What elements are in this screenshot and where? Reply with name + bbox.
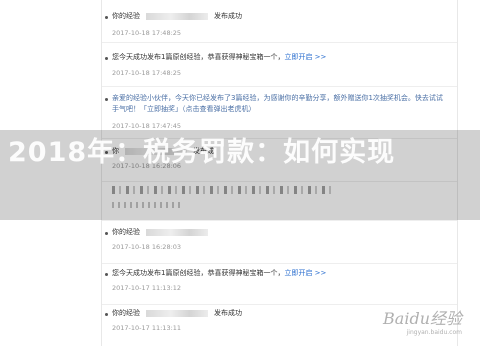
list-item: 您今天成功发布1篇原创经验，恭喜获得神秘宝箱一个，立即开启 >> 2017-10… [102, 43, 457, 87]
bullet-icon [105, 273, 108, 276]
timestamp: 2017-10-18 17:48:25 [112, 29, 182, 37]
watermark: Baidu经验 jingyan.baidu.com [383, 305, 462, 336]
timestamp: 2017-10-18 17:48:25 [112, 69, 182, 77]
redacted-title [146, 228, 208, 236]
baidu-logo: Baidu经验 [383, 309, 462, 328]
list-item: 你的经验 2017-10-18 16:28:03 [102, 221, 457, 264]
bullet-icon [105, 98, 108, 101]
watermark-url: jingyan.baidu.com [406, 329, 462, 336]
redacted-title [146, 12, 208, 20]
overlay-headline: 2018年：税务罚款：如何实现 [8, 137, 396, 168]
bullet-icon [105, 16, 108, 19]
list-item: 你的经验 发布成功 2017-10-18 17:48:25 [102, 0, 457, 43]
timestamp: 2017-10-18 16:28:03 [112, 243, 182, 251]
message-text: 你的经验 发布成功 [112, 12, 242, 20]
bullet-icon [105, 313, 108, 316]
timestamp: 2017-10-17 11:13:12 [112, 284, 182, 292]
message-text: 您今天成功发布1篇原创经验，恭喜获得神秘宝箱一个，立即开启 >> [112, 53, 327, 61]
bullet-icon [105, 232, 108, 235]
lottery-message[interactable]: 亲爱的经验小伙伴，今天你已经发布了3篇经验，为感谢你的辛勤分享，额外赠送你1次抽… [112, 93, 447, 115]
message-text: 你的经验 [112, 227, 447, 238]
list-item: 您今天成功发布1篇原创经验，恭喜获得神秘宝箱一个，立即开启 >> 2017-10… [102, 264, 457, 305]
garbled-text [112, 186, 332, 194]
timestamp: 2017-10-17 11:13:11 [112, 324, 182, 332]
redacted-title [146, 309, 208, 317]
garbled-text [112, 202, 182, 208]
bullet-icon [105, 57, 108, 60]
open-chest-link[interactable]: 立即开启 >> [284, 269, 326, 277]
message-text: 您今天成功发布1篇原创经验，恭喜获得神秘宝箱一个，立即开启 >> [112, 269, 327, 277]
open-chest-link[interactable]: 立即开启 >> [284, 53, 326, 61]
